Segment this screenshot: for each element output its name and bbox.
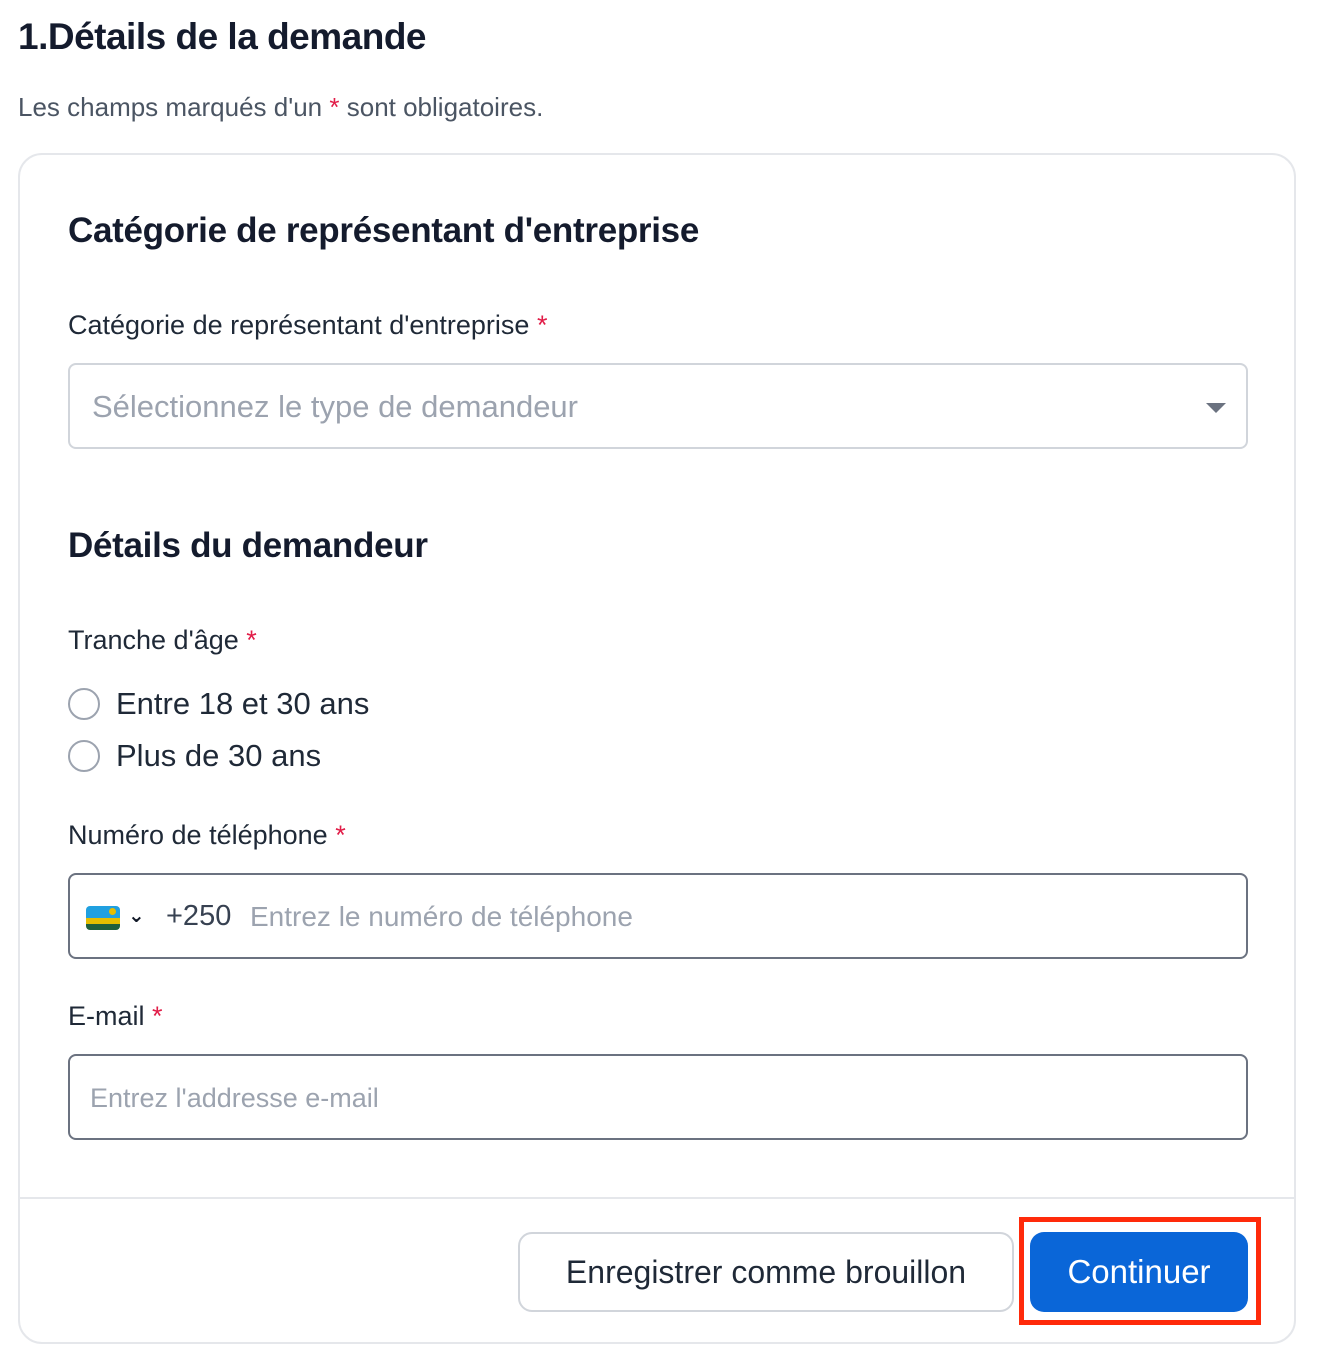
required-star: *: [536, 310, 548, 340]
caret-down-icon: [1206, 403, 1226, 413]
required-note-suffix: sont obligatoires.: [346, 92, 544, 122]
required-star: *: [329, 92, 340, 122]
required-star: *: [152, 1001, 163, 1031]
email-label-text: E-mail: [68, 1001, 145, 1031]
age-option-18-30[interactable]: Entre 18 et 30 ans: [68, 684, 369, 724]
age-range-label: Tranche d'âge *: [68, 625, 257, 656]
category-select[interactable]: Sélectionnez le type de demandeur: [68, 363, 1248, 449]
dial-code: +250: [166, 900, 232, 932]
age-option-label: Plus de 30 ans: [116, 738, 322, 773]
required-fields-note: Les champs marqués d'un * sont obligatoi…: [18, 92, 543, 123]
category-select-placeholder: Sélectionnez le type de demandeur: [92, 389, 578, 424]
age-option-label: Entre 18 et 30 ans: [116, 686, 370, 721]
phone-input[interactable]: Entrez le numéro de téléphone: [250, 901, 633, 933]
age-option-over-30[interactable]: Plus de 30 ans: [68, 736, 321, 776]
section-title-category: Catégorie de représentant d'entreprise: [68, 211, 700, 250]
page-title: 1.Détails de la demande: [18, 16, 427, 57]
continue-button[interactable]: Continuer: [1030, 1232, 1248, 1312]
radio-button[interactable]: [68, 740, 100, 772]
phone-input-group: ⌄ +250 Entrez le numéro de téléphone: [68, 873, 1248, 959]
form-card: Catégorie de représentant d'entreprise C…: [18, 153, 1296, 1344]
email-field[interactable]: Entrez l'addresse e-mail: [68, 1054, 1248, 1140]
age-range-label-text: Tranche d'âge: [68, 625, 239, 655]
required-star: *: [335, 820, 346, 850]
section-title-applicant: Détails du demandeur: [68, 526, 428, 565]
phone-label: Numéro de téléphone *: [68, 820, 346, 851]
save-draft-button[interactable]: Enregistrer comme brouillon: [518, 1232, 1014, 1312]
footer-divider: [20, 1197, 1294, 1199]
category-field-label: Catégorie de représentant d'entreprise *: [68, 310, 547, 341]
phone-label-text: Numéro de téléphone: [68, 820, 328, 850]
category-label-text: Catégorie de représentant d'entreprise: [68, 310, 530, 340]
required-star: *: [246, 625, 257, 655]
radio-button[interactable]: [68, 688, 100, 720]
email-placeholder: Entrez l'addresse e-mail: [90, 1083, 379, 1113]
rwanda-flag-icon[interactable]: [86, 906, 120, 930]
email-label: E-mail *: [68, 1001, 163, 1032]
required-note-prefix: Les champs marqués d'un: [18, 92, 323, 122]
chevron-down-icon[interactable]: ⌄: [128, 903, 145, 928]
